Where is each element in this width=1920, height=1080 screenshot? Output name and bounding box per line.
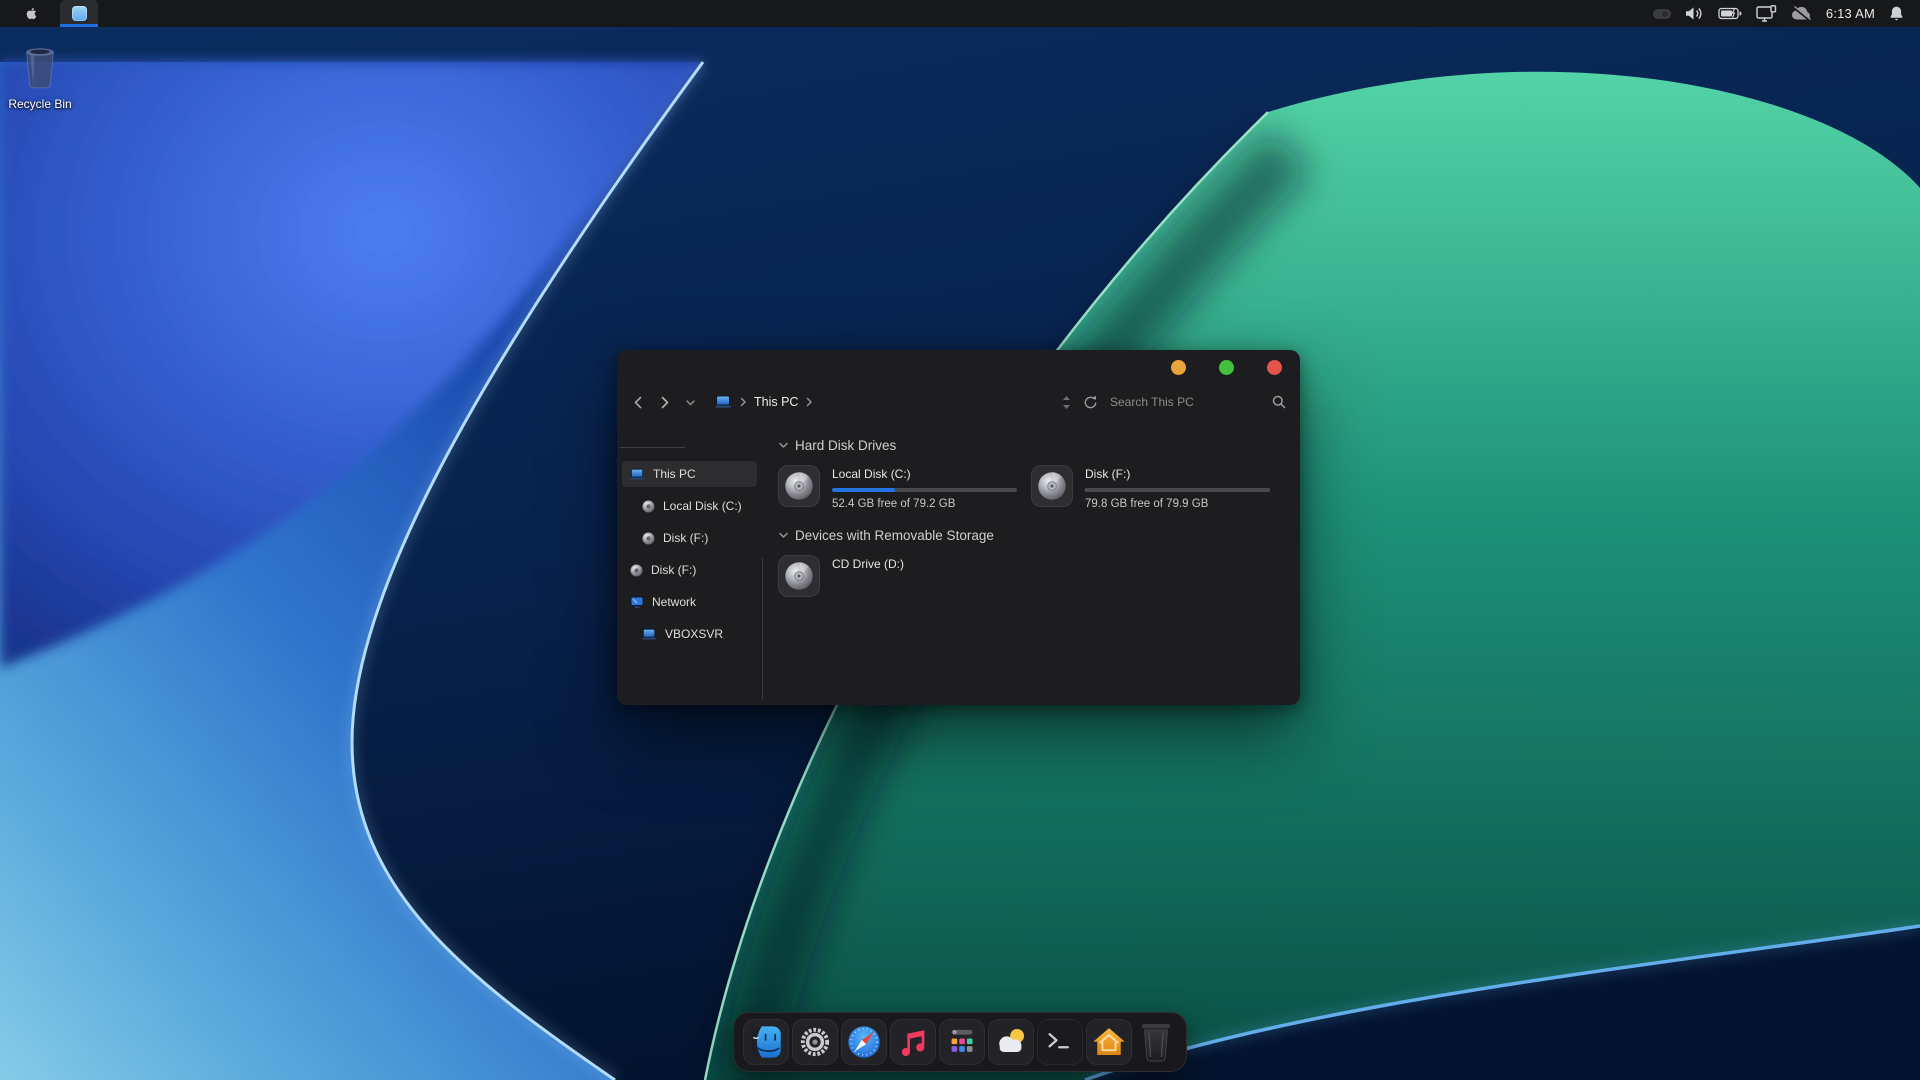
dock-item-system-settings[interactable] [792,1019,838,1065]
finder-icon [751,1026,781,1058]
sidebar-item-label: Disk (F:) [663,531,709,545]
drive-local-disk-c[interactable]: Local Disk (C:) 52.4 GB free of 79.2 GB [778,465,1031,510]
home-icon [1093,1028,1125,1056]
chevron-down-icon [779,442,788,448]
drive-usage-fill [1085,488,1087,492]
terminal-icon [1048,1033,1069,1049]
section-header-removable-storage[interactable]: Devices with Removable Storage [778,528,1300,543]
navigation-toolbar: This PC [617,384,1300,420]
disk-icon [630,564,643,576]
apple-menu-icon[interactable] [16,0,46,27]
drive-name: CD Drive (D:) [832,557,904,571]
dock-item-trash[interactable] [1135,1019,1177,1065]
drive-icon [778,465,820,507]
cloud-offline-icon[interactable] [1791,0,1812,27]
drive-disk-f[interactable]: Disk (F:) 79.8 GB free of 79.9 GB [1031,465,1284,510]
pc-icon [642,628,657,640]
sidebar-item-this-pc[interactable]: This PC [622,461,757,487]
sidebar: This PC Local Disk (C:) Disk (F:) Disk (… [617,420,762,705]
this-pc-icon [715,395,731,408]
drive-free-space: 79.8 GB free of 79.9 GB [1085,498,1209,510]
music-note-icon [901,1030,925,1057]
drive-cd-drive-d[interactable]: CD Drive (D:) [778,555,1031,597]
sidebar-item-label: Local Disk (C:) [663,499,742,513]
back-button[interactable] [625,389,651,415]
sidebar-content-divider[interactable] [762,558,763,700]
section-title: Hard Disk Drives [795,438,897,453]
sidebar-item-label: VBOXSVR [665,627,724,641]
drives-content: Hard Disk Drives Local Disk (C:) 52.4 GB [762,420,1300,705]
recycle-bin-label: Recycle Bin [8,97,72,111]
disk-icon [642,500,655,512]
recycle-bin-desktop-icon[interactable]: Recycle Bin [4,40,76,111]
gear-icon [800,1027,830,1057]
weather-icon [999,1028,1025,1052]
breadcrumb-chevron-icon [740,397,746,407]
sidebar-item-disk-f[interactable]: Disk (F:) [622,525,757,551]
network-icon [630,596,644,608]
dock-item-music[interactable] [890,1019,936,1065]
file-explorer-window: This PC This PC [617,350,1300,705]
drive-name: Disk (F:) [1085,467,1131,481]
safari-icon [848,1026,880,1058]
sidebar-item-network[interactable]: Network [622,589,757,615]
section-header-hard-disk-drives[interactable]: Hard Disk Drives [778,438,1300,453]
sidebar-item-disk-f-2[interactable]: Disk (F:) [622,557,757,583]
dock [733,1012,1187,1072]
breadcrumb-location[interactable]: This PC [754,395,798,409]
drive-icon [778,555,820,597]
chevron-down-icon [779,532,788,538]
close-button[interactable] [1267,359,1282,375]
dock-item-terminal[interactable] [1037,1019,1083,1065]
desktop-screen: 6:13 AM Recycle Bin This PC Search This … [0,0,1920,1080]
drive-usage-fill [832,488,895,492]
notification-bell-icon[interactable] [1889,0,1904,27]
sidebar-item-vboxsvr[interactable]: VBOXSVR [622,621,757,647]
pc-icon [630,468,645,480]
sidebar-item-local-disk-c[interactable]: Local Disk (C:) [622,493,757,519]
search-icon[interactable] [1272,395,1286,409]
breadcrumb-chevron-icon [807,397,813,407]
launchpad-icon [951,1029,973,1052]
drive-icon [1031,465,1073,507]
breadcrumb: This PC [715,395,813,409]
sidebar-separator [620,447,685,448]
sidebar-item-label: Disk (F:) [651,563,697,577]
sidebar-item-label: Network [652,595,697,609]
drive-usage-bar [832,488,1017,492]
trash-icon [1142,1024,1170,1062]
dock-item-weather[interactable] [988,1019,1034,1065]
recent-locations-dropdown[interactable] [677,389,703,415]
hidden-items-icon[interactable] [1652,0,1671,27]
dock-item-home[interactable] [1086,1019,1132,1065]
active-app-indicator [60,24,98,27]
zoom-button[interactable] [1219,359,1234,375]
dock-item-safari[interactable] [841,1019,887,1065]
display-network-icon[interactable] [1756,0,1777,27]
sort-toggle-icon[interactable] [1062,395,1071,409]
file-explorer-app-icon [71,6,87,21]
sidebar-item-label: This PC [653,467,696,481]
section-title: Devices with Removable Storage [795,528,994,543]
window-titlebar[interactable] [617,350,1300,384]
menu-bar: 6:13 AM [0,0,1920,27]
drive-usage-bar [1085,488,1270,492]
volume-icon[interactable] [1685,0,1704,27]
dock-item-finder[interactable] [743,1019,789,1065]
battery-icon[interactable] [1718,0,1742,27]
active-app-button[interactable] [60,0,98,27]
recycle-bin-icon [26,48,54,89]
search-input[interactable] [1110,395,1260,409]
drive-name: Local Disk (C:) [832,467,911,481]
refresh-icon[interactable] [1083,395,1098,410]
dock-item-launchpad[interactable] [939,1019,985,1065]
forward-button[interactable] [651,389,677,415]
menu-bar-clock[interactable]: 6:13 AM [1826,6,1875,21]
disk-icon [642,532,655,544]
minimize-button[interactable] [1171,359,1186,375]
drive-free-space: 52.4 GB free of 79.2 GB [832,498,956,510]
